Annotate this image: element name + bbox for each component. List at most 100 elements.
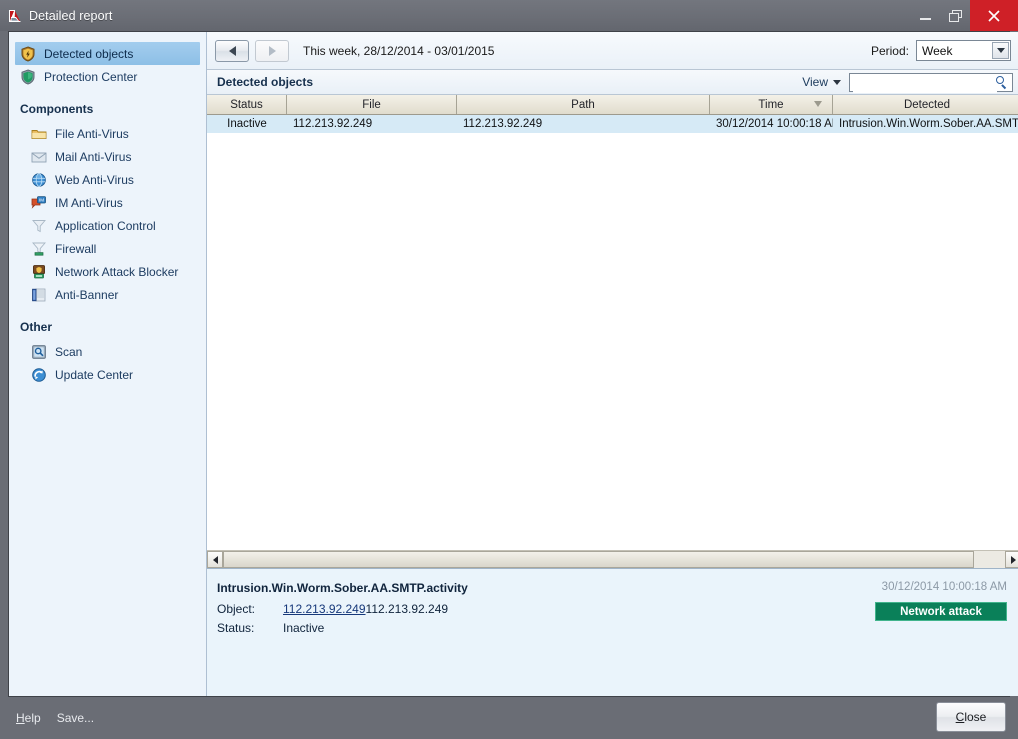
table-row[interactable]: Inactive 112.213.92.249 112.213.92.249 3…: [207, 115, 1018, 133]
column-header-status[interactable]: Status: [207, 95, 287, 114]
chevron-down-icon[interactable]: [992, 42, 1009, 59]
sidebar-item-mail-anti-virus[interactable]: Mail Anti-Virus: [9, 145, 206, 168]
kaspersky-logo-icon: [7, 8, 23, 24]
minimize-icon: [919, 18, 931, 20]
shield-alert-icon: [20, 45, 36, 62]
minimize-button[interactable]: [910, 0, 940, 31]
sidebar-item-label: Mail Anti-Virus: [55, 149, 132, 164]
sidebar-item-anti-banner[interactable]: Anti-Banner: [9, 283, 206, 306]
sidebar-item-scan[interactable]: Scan: [9, 340, 206, 363]
arrow-left-icon: [228, 45, 236, 56]
save-link[interactable]: Save...: [57, 711, 94, 725]
globe-icon: [31, 172, 47, 188]
funnel-icon: [31, 218, 47, 234]
detail-object-rest: 112.213.92.249: [365, 602, 449, 616]
detail-object-label: Object:: [217, 602, 256, 616]
column-header-time[interactable]: Time: [710, 95, 833, 114]
update-refresh-icon: [31, 367, 47, 383]
period-value: Week: [922, 43, 953, 58]
column-header-file[interactable]: File: [287, 95, 457, 114]
sidebar-item-label: IM Anti-Virus: [55, 195, 123, 210]
detail-object-link[interactable]: 112.213.92.249: [283, 602, 366, 616]
detail-status-label: Status:: [217, 621, 255, 635]
period-dropdown[interactable]: Week: [916, 40, 1011, 61]
list-header-bar: Detected objects View: [207, 70, 1018, 95]
restore-icon: [948, 9, 962, 22]
sidebar-item-file-anti-virus[interactable]: File Anti-Virus: [9, 122, 206, 145]
sidebar-item-label: Firewall: [55, 241, 97, 256]
main-panel: This week, 28/12/2014 - 03/01/2015 Perio…: [207, 32, 1018, 696]
footer-bar: Help Save... Close: [0, 697, 1018, 739]
column-header-path[interactable]: Path: [457, 95, 710, 114]
scroll-left-button[interactable]: [207, 551, 223, 568]
column-header-time-label: Time: [758, 98, 784, 111]
arrow-left-icon: [212, 555, 218, 564]
period-selector: Period: Week: [871, 40, 1011, 61]
sidebar-item-label: Detected objects: [44, 46, 134, 61]
window-controls: [910, 0, 1018, 31]
sidebar-item-label: Anti-Banner: [55, 287, 119, 302]
cell-file: 112.213.92.249: [293, 118, 373, 130]
column-header-detected[interactable]: Detected: [833, 95, 1018, 114]
detailed-report-window: Detailed report Detected objects Protect…: [0, 0, 1018, 739]
arrow-right-icon: [268, 45, 276, 56]
sidebar-group-other: Scan Update Center: [9, 340, 206, 386]
date-range-text: This week, 28/12/2014 - 03/01/2015: [303, 43, 495, 58]
sidebar: Detected objects Protection Center Compo…: [9, 32, 207, 696]
close-button-label: Close: [955, 710, 987, 724]
sidebar-item-protection-center[interactable]: Protection Center: [15, 65, 200, 88]
sidebar-item-firewall[interactable]: Firewall: [9, 237, 206, 260]
detail-object-value: 112.213.92.249112.213.92.249: [283, 602, 448, 616]
sidebar-item-network-attack-blocker[interactable]: Network Attack Blocker: [9, 260, 206, 283]
sidebar-item-web-anti-virus[interactable]: Web Anti-Virus: [9, 168, 206, 191]
sidebar-item-label: Application Control: [55, 218, 156, 233]
chat-bubble-icon: IM: [31, 195, 47, 211]
sidebar-item-im-anti-virus[interactable]: IM IM Anti-Virus: [9, 191, 206, 214]
list-title: Detected objects: [217, 75, 314, 89]
sidebar-item-application-control[interactable]: Application Control: [9, 214, 206, 237]
shield-green-icon: [20, 68, 36, 85]
close-icon: [988, 9, 1000, 22]
detected-objects-table: Status File Path Time Detected Inactive …: [207, 95, 1018, 568]
firewall-funnel-icon: [31, 241, 47, 257]
maximize-button[interactable]: [940, 0, 970, 31]
horizontal-scrollbar[interactable]: [207, 550, 1018, 568]
detail-panel: Intrusion.Win.Worm.Sober.AA.SMTP.activit…: [207, 568, 1018, 696]
detail-timestamp: 30/12/2014 10:00:18 AM: [881, 581, 1007, 593]
next-period-button[interactable]: [255, 39, 289, 62]
magnifier-scan-icon: [31, 344, 47, 360]
banner-block-icon: [31, 287, 47, 303]
search-icon[interactable]: [995, 75, 1008, 90]
report-toolbar: This week, 28/12/2014 - 03/01/2015 Perio…: [207, 32, 1018, 70]
server-shield-icon: [31, 264, 47, 280]
sidebar-item-label: Update Center: [55, 367, 134, 382]
scroll-right-button[interactable]: [1005, 551, 1018, 568]
sort-descending-icon: [814, 101, 822, 107]
close-window-button[interactable]: [970, 0, 1018, 31]
envelope-icon: [31, 149, 47, 165]
previous-period-button[interactable]: [215, 39, 249, 62]
sidebar-item-label: Network Attack Blocker: [55, 264, 179, 279]
sidebar-group-other-title: Other: [20, 320, 53, 334]
cell-detected: Intrusion.Win.Worm.Sober.AA.SMTP..: [839, 118, 1018, 130]
table-header-row: Status File Path Time Detected: [207, 95, 1018, 115]
title-bar: Detailed report: [0, 0, 1018, 31]
close-button[interactable]: Close: [936, 702, 1006, 732]
cell-status: Inactive: [227, 118, 267, 130]
search-input[interactable]: [853, 73, 997, 93]
cell-path: 112.213.92.249: [463, 118, 543, 130]
svg-text:IM: IM: [39, 197, 44, 202]
help-link[interactable]: Help: [16, 711, 41, 725]
cell-time: 30/12/2014 10:00:18 AM: [716, 118, 833, 130]
view-menu-button[interactable]: View: [802, 75, 841, 89]
window-frame: Detected objects Protection Center Compo…: [8, 31, 1018, 697]
sidebar-item-label: Web Anti-Virus: [55, 172, 134, 187]
sidebar-item-detected-objects[interactable]: Detected objects: [15, 42, 200, 65]
search-box[interactable]: [849, 72, 1013, 93]
sidebar-item-label: Protection Center: [44, 69, 138, 84]
period-label: Period:: [870, 43, 909, 58]
scrollbar-thumb[interactable]: [223, 551, 974, 568]
sidebar-item-update-center[interactable]: Update Center: [9, 363, 206, 386]
scrollbar-track[interactable]: [223, 551, 1005, 568]
sidebar-group-components: File Anti-Virus Mail Anti-Virus Web Anti…: [9, 122, 206, 306]
